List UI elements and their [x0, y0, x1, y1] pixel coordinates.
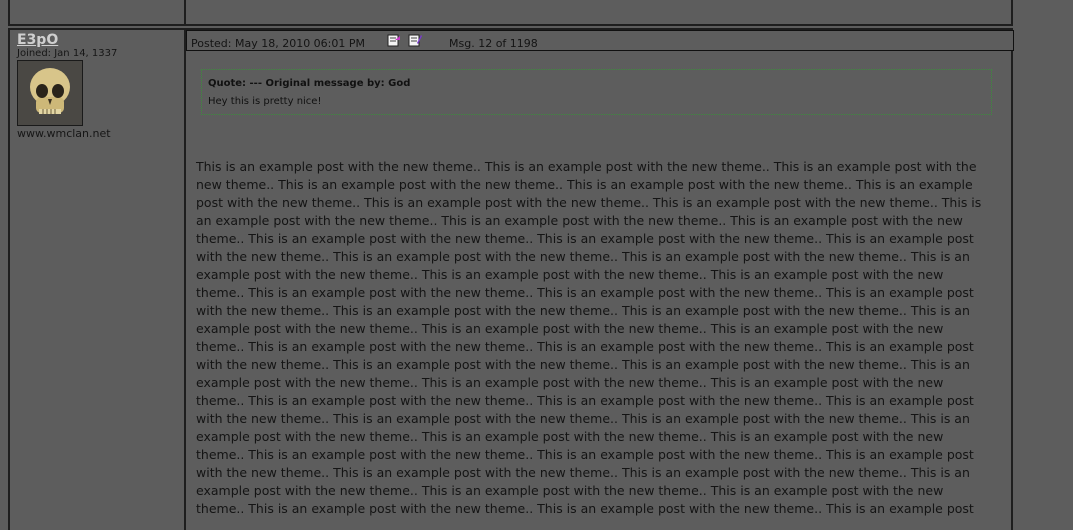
author-joined-date: Joined: Jan 14, 1337 — [17, 48, 118, 59]
quote-block: Quote: --- Original message by: God Hey … — [201, 69, 992, 115]
post-header-bar: Posted: May 18, 2010 06:01 PM Msg. 12 of… — [186, 30, 1014, 51]
post-body-line: example post with the new theme.. This i… — [196, 375, 944, 390]
post-body-line: with the new theme.. This is an example … — [196, 357, 970, 372]
post-timestamp: Posted: May 18, 2010 06:01 PM — [191, 37, 366, 50]
post-body-line: This is an example post with the new the… — [196, 159, 977, 174]
post-body-line: theme.. This is an example post with the… — [196, 339, 974, 354]
post-body-line: example post with the new theme.. This i… — [196, 429, 944, 444]
post-body-line: example post with the new theme.. This i… — [196, 267, 944, 282]
post-body-line: post with the new theme.. This is an exa… — [196, 195, 982, 210]
post-body-line: example post with the new theme.. This i… — [196, 483, 944, 498]
post-body-line: with the new theme.. This is an example … — [196, 303, 970, 318]
post-body-line: theme.. This is an example post with the… — [196, 501, 974, 516]
author-username-link[interactable]: E3pO — [17, 32, 58, 48]
skull-avatar[interactable] — [17, 60, 83, 126]
edit-icon[interactable] — [408, 32, 423, 47]
post-body-line: an example post with the new theme.. Thi… — [196, 213, 963, 228]
post-body-line: example post with the new theme.. This i… — [196, 321, 944, 336]
previous-post-author-cell — [8, 0, 186, 26]
post-body-line: theme.. This is an example post with the… — [196, 231, 974, 246]
post-body-line: theme.. This is an example post with the… — [196, 285, 974, 300]
message-counter: Msg. 12 of 1198 — [449, 37, 538, 50]
post-body-line: with the new theme.. This is an example … — [196, 465, 970, 480]
post-body-line: theme.. This is an example post with the… — [196, 393, 974, 408]
author-website: www.wmclan.net — [17, 127, 111, 140]
author-panel: E3pO Joined: Jan 14, 1337 www.wmclan.net — [8, 28, 186, 530]
post-body-line: with the new theme.. This is an example … — [196, 249, 970, 264]
skull-icon — [18, 61, 82, 125]
post-body-text: This is an example post with the new the… — [196, 158, 996, 518]
post-body-line: with the new theme.. This is an example … — [196, 411, 970, 426]
previous-post-body-cell — [184, 0, 1013, 26]
post-body-line: new theme.. This is an example post with… — [196, 177, 973, 192]
quote-icon[interactable] — [387, 32, 401, 47]
post-body-line: theme.. This is an example post with the… — [196, 447, 974, 462]
quote-text: Hey this is pretty nice! — [208, 96, 322, 107]
quote-heading: Quote: --- Original message by: God — [208, 78, 411, 89]
post-actions — [387, 32, 424, 48]
